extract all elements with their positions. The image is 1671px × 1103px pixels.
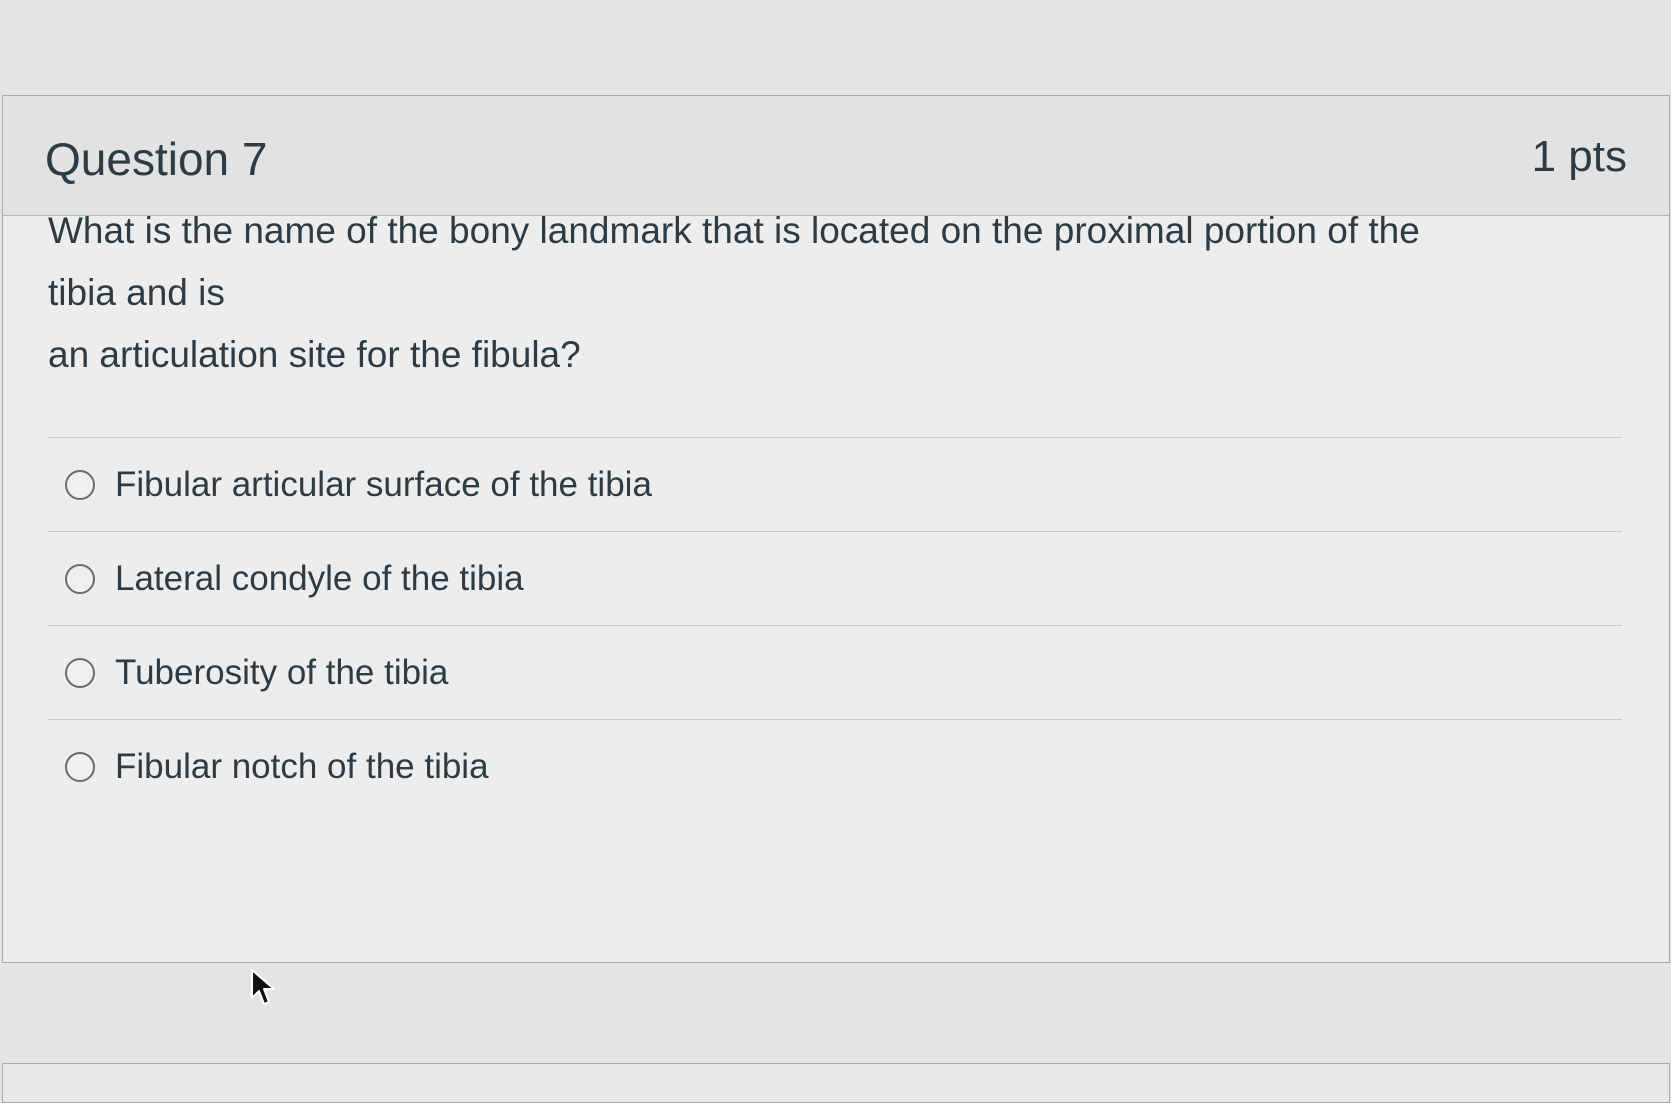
answer-label: Tuberosity of the tibia (115, 652, 449, 692)
mouse-pointer-icon (251, 969, 275, 1005)
question-text-line: What is the name of the bony landmark th… (48, 210, 1420, 251)
question-title: Question 7 (45, 133, 268, 185)
answer-label: Fibular articular surface of the tibia (115, 464, 652, 504)
answer-label: Fibular notch of the tibia (115, 746, 489, 786)
answer-option-fibular-articular-surface[interactable]: Fibular articular surface of the tibia (48, 437, 1622, 531)
radio-button[interactable] (65, 563, 95, 594)
radio-button[interactable] (65, 751, 95, 782)
question-points: 1 pts (1531, 132, 1627, 181)
answer-option-lateral-condyle[interactable]: Lateral condyle of the tibia (48, 531, 1622, 625)
answer-option-tuberosity[interactable]: Tuberosity of the tibia (48, 625, 1622, 719)
radio-button[interactable] (65, 469, 95, 500)
radio-button[interactable] (65, 657, 95, 688)
question-text: What is the name of the bony landmark th… (48, 200, 1628, 386)
question-header: Question 7 1 pts (3, 96, 1669, 216)
next-question-card (2, 1063, 1670, 1103)
answer-label: Lateral condyle of the tibia (115, 558, 524, 598)
answer-option-fibular-notch[interactable]: Fibular notch of the tibia (48, 719, 1622, 813)
question-text-line: an articulation site for the fibula? (48, 334, 581, 375)
answer-list: Fibular articular surface of the tibia L… (48, 437, 1622, 813)
question-text-line: tibia and is (48, 272, 225, 313)
